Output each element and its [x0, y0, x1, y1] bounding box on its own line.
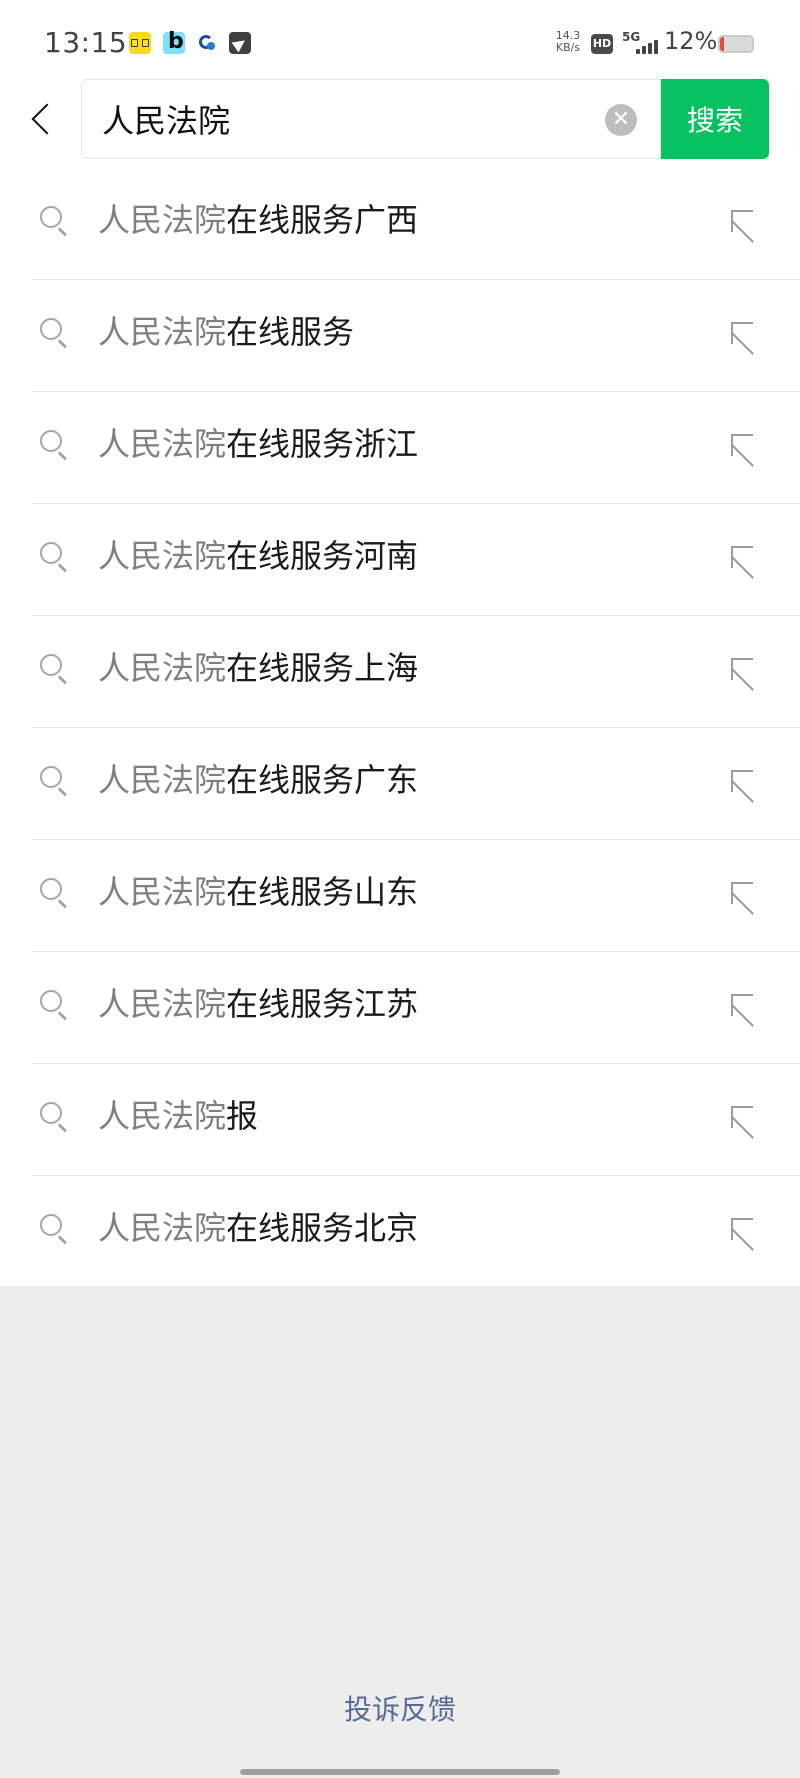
suggestion-item[interactable]: 人民法院在线服务北京	[0, 1176, 800, 1288]
blue-swirl-app-icon	[197, 32, 219, 54]
suggestion-match-text: 人民法院	[98, 425, 227, 463]
battery-icon	[718, 35, 754, 53]
search-button[interactable]: 搜索	[661, 79, 769, 159]
suggestion-text: 人民法院在线服务广西	[98, 198, 418, 242]
suggestion-item[interactable]: 人民法院在线服务	[0, 280, 800, 392]
suggestion-text: 人民法院在线服务北京	[98, 1206, 418, 1250]
search-icon	[40, 990, 70, 1020]
fill-arrow-icon[interactable]	[729, 992, 757, 1020]
suggestion-text: 人民法院在线服务河南	[98, 534, 418, 578]
suggestion-text: 人民法院在线服务广东	[98, 758, 418, 802]
network-speed-unit: KB/s	[555, 41, 581, 54]
suggestion-rest-text: 在线服务浙江	[226, 425, 419, 463]
suggestion-rest-text: 在线服务广西	[226, 201, 419, 239]
battery-percent: 12%	[664, 27, 718, 55]
suggestion-list: 人民法院在线服务广西 人民法院在线服务 人民法院在线服务浙江 人民法院在线服务河南 人民…	[0, 168, 800, 1288]
back-button[interactable]	[20, 98, 64, 142]
suggestion-rest-text: 在线服务河南	[226, 537, 419, 575]
suggestion-item[interactable]: 人民法院在线服务山东	[0, 840, 800, 952]
fill-arrow-icon[interactable]	[729, 768, 757, 796]
signal-strength-icon	[630, 38, 660, 54]
fill-arrow-icon[interactable]	[729, 432, 757, 460]
search-field[interactable]: ✕	[81, 79, 661, 159]
suggestion-rest-text: 在线服务广东	[226, 761, 419, 799]
suggestion-rest-text: 在线服务山东	[226, 873, 419, 911]
clear-icon[interactable]: ✕	[605, 104, 637, 136]
hd-badge: HD	[591, 34, 613, 54]
suggestion-match-text: 人民法院	[98, 649, 227, 687]
search-input[interactable]	[102, 92, 592, 146]
status-time: 13:15	[44, 26, 128, 59]
fill-arrow-icon[interactable]	[729, 656, 757, 684]
suggestion-item[interactable]: 人民法院在线服务浙江	[0, 392, 800, 504]
status-bar: 13:15 14.3 KB/s HD 5G 12%	[0, 0, 800, 90]
suggestion-rest-text: 在线服务江苏	[226, 985, 419, 1023]
search-icon	[40, 766, 70, 796]
suggestion-match-text: 人民法院	[98, 985, 227, 1023]
search-icon	[40, 1102, 70, 1132]
suggestion-match-text: 人民法院	[98, 761, 227, 799]
search-icon	[40, 206, 70, 236]
search-icon	[40, 1214, 70, 1244]
fill-arrow-icon[interactable]	[729, 1216, 757, 1244]
suggestion-item[interactable]: 人民法院在线服务广东	[0, 728, 800, 840]
suggestion-text: 人民法院在线服务上海	[98, 646, 418, 690]
telegram-icon	[229, 32, 251, 54]
suggestion-rest-text: 报	[226, 1097, 259, 1135]
fill-arrow-icon[interactable]	[729, 320, 757, 348]
fill-arrow-icon[interactable]	[729, 880, 757, 908]
search-icon	[40, 430, 70, 460]
suggestion-match-text: 人民法院	[98, 873, 227, 911]
suggestion-rest-text: 在线服务	[226, 313, 355, 351]
feedback-link[interactable]: 投诉反馈	[0, 1688, 800, 1728]
fill-arrow-icon[interactable]	[729, 544, 757, 572]
suggestion-match-text: 人民法院	[98, 313, 227, 351]
suggestion-text: 人民法院在线服务江苏	[98, 982, 418, 1026]
b-app-icon	[163, 29, 185, 54]
search-icon	[40, 318, 70, 348]
suggestion-rest-text: 在线服务上海	[226, 649, 419, 687]
suggestion-item[interactable]: 人民法院报	[0, 1064, 800, 1176]
search-icon	[40, 542, 70, 572]
fill-arrow-icon[interactable]	[729, 1104, 757, 1132]
suggestion-text: 人民法院在线服务山东	[98, 870, 418, 914]
suggestion-item[interactable]: 人民法院在线服务河南	[0, 504, 800, 616]
battery-level-fill	[720, 37, 724, 51]
suggestion-item[interactable]: 人民法院在线服务广西	[0, 168, 800, 280]
suggestion-text: 人民法院在线服务	[98, 310, 354, 354]
suggestion-item[interactable]: 人民法院在线服务上海	[0, 616, 800, 728]
suggestion-match-text: 人民法院	[98, 1097, 227, 1135]
suggestion-text: 人民法院报	[98, 1094, 258, 1138]
suggestion-text: 人民法院在线服务浙江	[98, 422, 418, 466]
yellow-app-icon	[129, 32, 151, 54]
suggestion-match-text: 人民法院	[98, 201, 227, 239]
search-icon	[40, 654, 70, 684]
search-icon	[40, 878, 70, 908]
suggestion-rest-text: 在线服务北京	[226, 1209, 419, 1247]
network-speed: 14.3 KB/s	[553, 30, 583, 54]
suggestion-item[interactable]: 人民法院在线服务江苏	[0, 952, 800, 1064]
suggestion-match-text: 人民法院	[98, 1209, 227, 1247]
home-indicator[interactable]	[240, 1769, 560, 1775]
fill-arrow-icon[interactable]	[729, 208, 757, 236]
suggestion-match-text: 人民法院	[98, 537, 227, 575]
